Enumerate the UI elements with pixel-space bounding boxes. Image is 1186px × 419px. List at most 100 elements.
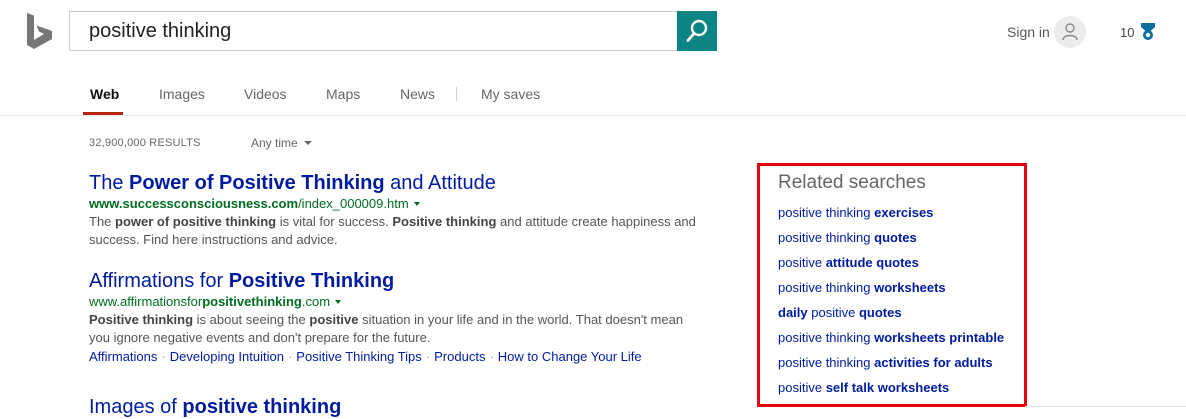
tab-my-saves[interactable]: My saves (481, 86, 540, 102)
result-url: www.successconsciousness.com/index_00000… (89, 195, 709, 213)
result-title-link[interactable]: The Power of Positive Thinking and Attit… (89, 171, 709, 195)
sidebar-divider (1025, 406, 1186, 407)
text-segment: positive thinking (778, 355, 875, 370)
text-segment: positive thinking (778, 280, 875, 295)
text-segment: self talk worksheets (825, 380, 950, 395)
search-result: The Power of Positive Thinking and Attit… (89, 171, 709, 248)
related-search-link[interactable]: positive thinking activities for adults (778, 355, 993, 370)
text-segment: The (89, 172, 130, 194)
tab-images[interactable]: Images (159, 86, 205, 102)
result-url: www.affirmationsforpositivethinking.com (89, 293, 709, 311)
text-segment: .com (301, 294, 331, 309)
related-search-item: positive self talk worksheets (778, 380, 1004, 405)
related-search-link[interactable]: positive attitude quotes (778, 255, 919, 270)
sign-in-link[interactable]: Sign in (1007, 24, 1050, 40)
search-icon (686, 19, 708, 42)
related-search-link[interactable]: positive thinking worksheets printable (778, 330, 1004, 345)
bing-logo-icon[interactable] (26, 13, 54, 49)
result-snippet: The power of positive thinking is vital … (89, 213, 699, 248)
sitelink-separator: · (425, 349, 431, 364)
text-segment: worksheets printable (874, 330, 1005, 345)
text-segment: is vital for success. (276, 214, 393, 229)
related-search-item: daily positive quotes (778, 305, 1004, 330)
tab-videos[interactable]: Videos (244, 86, 287, 102)
sitelink[interactable]: Products (434, 349, 485, 364)
text-segment: positive (807, 305, 859, 320)
text-segment: Positive Thinking (228, 270, 395, 292)
text-segment: positive thinking (778, 205, 875, 220)
result-snippet: Positive thinking is about seeing the po… (89, 311, 699, 346)
results-count: 32,900,000 RESULTS (89, 137, 201, 149)
related-searches-title: Related searches (778, 172, 926, 193)
text-segment: quotes (874, 230, 917, 245)
text-segment: positive thinking (182, 396, 342, 418)
text-segment: positivethinking (202, 294, 302, 309)
text-segment: and Attitude (384, 172, 496, 194)
text-segment: daily (778, 305, 808, 320)
text-segment: Positive thinking (392, 214, 497, 229)
related-search-item: positive attitude quotes (778, 255, 1004, 280)
text-segment: is about seeing the (193, 312, 310, 327)
text-segment: www.affirmationsfor (89, 294, 203, 309)
rewards-points[interactable]: 10 (1120, 25, 1134, 40)
text-segment: The (89, 214, 116, 229)
sitelink[interactable]: How to Change Your Life (498, 349, 642, 364)
search-button[interactable] (677, 11, 717, 51)
related-search-link[interactable]: daily positive quotes (778, 305, 902, 320)
avatar[interactable] (1054, 16, 1086, 48)
sitelink[interactable]: Positive Thinking Tips (296, 349, 422, 364)
medal-icon[interactable] (1140, 23, 1156, 41)
text-segment: positive thinking (778, 230, 875, 245)
user-icon (1062, 23, 1078, 41)
header-divider (0, 115, 1186, 116)
related-search-item: positive thinking exercises (778, 205, 1004, 230)
related-search-link[interactable]: positive self talk worksheets (778, 380, 949, 395)
result-sitelinks: Affirmations · Developing Intuition · Positi… (89, 348, 709, 366)
text-segment: positive (309, 312, 359, 327)
tab-maps[interactable]: Maps (326, 86, 360, 102)
text-segment: Images of (89, 396, 183, 418)
search-input[interactable] (89, 13, 669, 49)
sitelink-separator: · (489, 349, 494, 364)
search-result: Affirmations for Positive Thinking www.a… (89, 269, 709, 366)
tab-web[interactable]: Web (90, 86, 119, 102)
sitelink[interactable]: Affirmations (89, 349, 157, 364)
related-searches-list: positive thinking exercises positive thin… (778, 205, 1004, 405)
text-segment: positive thinking (778, 330, 875, 345)
search-result: Images of positive thinking (89, 395, 709, 419)
sitelink-separator: · (161, 349, 166, 364)
related-search-item: positive thinking worksheets (778, 280, 1004, 305)
time-filter-dropdown[interactable]: Any time (251, 136, 312, 150)
chevron-down-icon[interactable] (413, 202, 420, 206)
time-filter-label: Any time (251, 136, 298, 150)
text-segment: activities for adults (874, 355, 993, 370)
chevron-down-icon (303, 141, 312, 145)
tab-news[interactable]: News (400, 86, 435, 102)
result-title-link[interactable]: Affirmations for Positive Thinking (89, 269, 709, 293)
text-segment: Positive thinking (89, 312, 194, 327)
chevron-down-icon[interactable] (335, 300, 342, 304)
sitelink[interactable]: Developing Intuition (170, 349, 284, 364)
text-segment: positive (778, 380, 826, 395)
tab-divider (456, 87, 457, 101)
text-segment: www.successconsciousness.com (89, 196, 299, 211)
search-box[interactable] (69, 11, 677, 51)
related-search-link[interactable]: positive thinking quotes (778, 230, 917, 245)
text-segment: quotes (858, 305, 902, 320)
sitelink-separator: · (287, 349, 293, 364)
text-segment: /index_000009.htm (298, 196, 409, 211)
related-search-link[interactable]: positive thinking worksheets (778, 280, 946, 295)
text-segment: attitude quotes (825, 255, 919, 270)
text-segment: power of positive thinking (115, 214, 277, 229)
text-segment: positive (778, 255, 826, 270)
related-search-link[interactable]: positive thinking exercises (778, 205, 933, 220)
text-segment: exercises (874, 205, 934, 220)
related-search-item: positive thinking activities for adults (778, 355, 1004, 380)
related-search-item: positive thinking worksheets printable (778, 330, 1004, 355)
text-segment: worksheets (874, 280, 946, 295)
text-segment: Affirmations for (89, 270, 229, 292)
related-search-item: positive thinking quotes (778, 230, 1004, 255)
text-segment: Power of Positive Thinking (129, 172, 385, 194)
related-searches-panel: Related searches positive thinking exerc… (757, 163, 1027, 407)
result-title-link[interactable]: Images of positive thinking (89, 395, 709, 419)
